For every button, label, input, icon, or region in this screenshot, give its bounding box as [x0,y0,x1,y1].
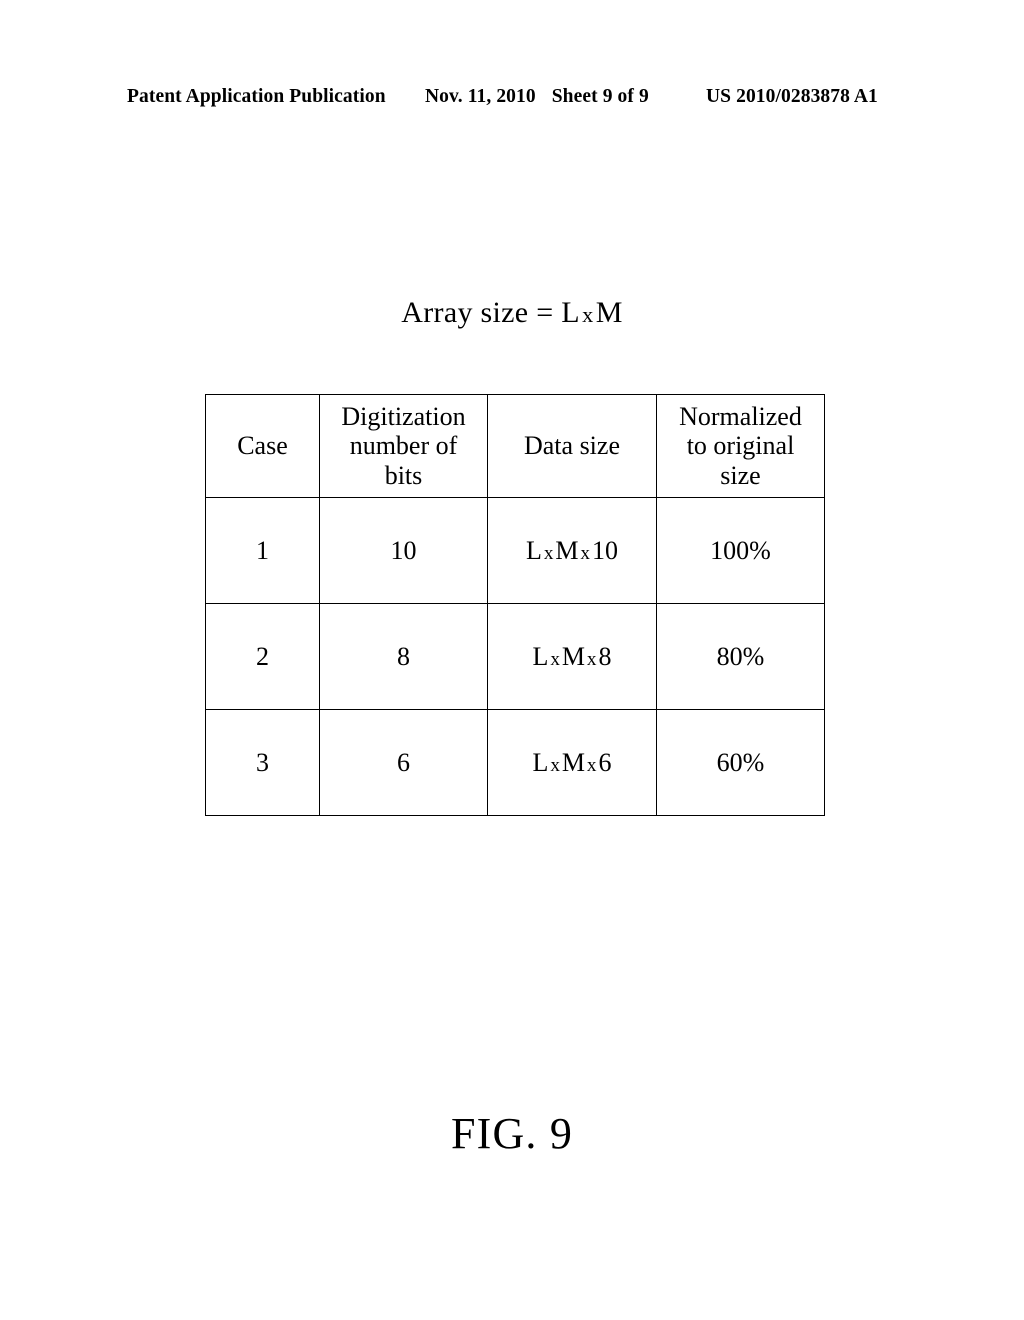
column-header-data-size-line-1: Data size [523,431,620,461]
cell-bits: 6 [319,709,488,816]
column-header-normalized-line-2: to original [686,431,795,461]
multiplication-operator-icon: x [543,542,554,564]
column-header-normalized: Normalized to original size [656,394,825,498]
patent-figure-page: Patent Application Publication Nov. 11, … [0,0,1024,1320]
sheet-number: Sheet 9 of 9 [551,86,649,107]
cell-data-size: LxMx6 [487,709,657,816]
cell-data-size-operand-b: M [561,747,585,777]
column-header-bits: Digitization number of bits [319,394,488,498]
publication-date: Nov. 11, 2010 [425,86,536,107]
patent-number: US 2010/0283878 A1 [706,86,878,107]
column-header-bits-line-2: number of [349,431,458,461]
digitization-table: Case Digitization number of bits Data si… [205,394,825,816]
column-header-case: Case [205,394,320,498]
multiplication-operator-icon: x [586,754,597,776]
column-header-bits-line-3: bits [384,460,423,490]
cell-normalized: 60% [656,709,825,816]
figure-caption: FIG. 9 [450,1109,574,1158]
array-size-operand-b: M [595,296,623,329]
multiplication-operator-icon: x [586,648,597,670]
publication-header: Patent Application Publication Nov. 11, … [0,86,1024,112]
cell-bits: 8 [319,603,488,710]
array-size-operand-a: L [561,296,580,329]
cell-data-size-operand-a: L [532,747,549,777]
cell-data-size-operand-a: L [532,641,549,671]
cell-case: 3 [205,709,320,816]
column-header-bits-line-1: Digitization [341,402,466,432]
cell-data-size-operand-b: M [561,641,585,671]
cell-data-size-operand-a: L [526,535,542,565]
publication-title: Patent Application Publication [127,86,386,107]
column-header-case-line-1: Case [237,431,288,461]
column-header-normalized-line-1: Normalized [679,402,802,432]
cell-data-size-operand-b: M [555,535,579,565]
table-row: 3 6 LxMx6 60% [205,709,825,816]
cell-data-size-operand-c: 8 [598,641,612,671]
table-row: 2 8 LxMx8 80% [205,603,825,710]
array-size-title: Array size = LxM [0,296,1024,330]
column-header-normalized-line-3: size [720,460,761,490]
multiplication-operator-icon: x [550,754,560,776]
cell-normalized: 80% [656,603,825,710]
cell-bits: 10 [319,497,488,604]
cell-data-size-operand-c: 6 [598,747,612,777]
array-size-title-prefix: Array size = [401,296,554,329]
multiplication-operator-icon: x [582,301,594,327]
table-row: 1 10 LxMx10 100% [205,497,825,604]
multiplication-operator-icon: x [550,648,560,670]
cell-data-size-operand-c: 10 [591,535,618,565]
cell-case: 1 [205,497,320,604]
column-header-data-size: Data size [487,394,657,498]
cell-data-size: LxMx8 [487,603,657,710]
multiplication-operator-icon: x [580,542,591,564]
cell-data-size: LxMx10 [487,497,657,604]
publication-date-sheet: Nov. 11, 2010 Sheet 9 of 9 [425,86,649,108]
cell-normalized: 100% [656,497,825,604]
table-header-row: Case Digitization number of bits Data si… [205,394,825,498]
cell-case: 2 [205,603,320,710]
